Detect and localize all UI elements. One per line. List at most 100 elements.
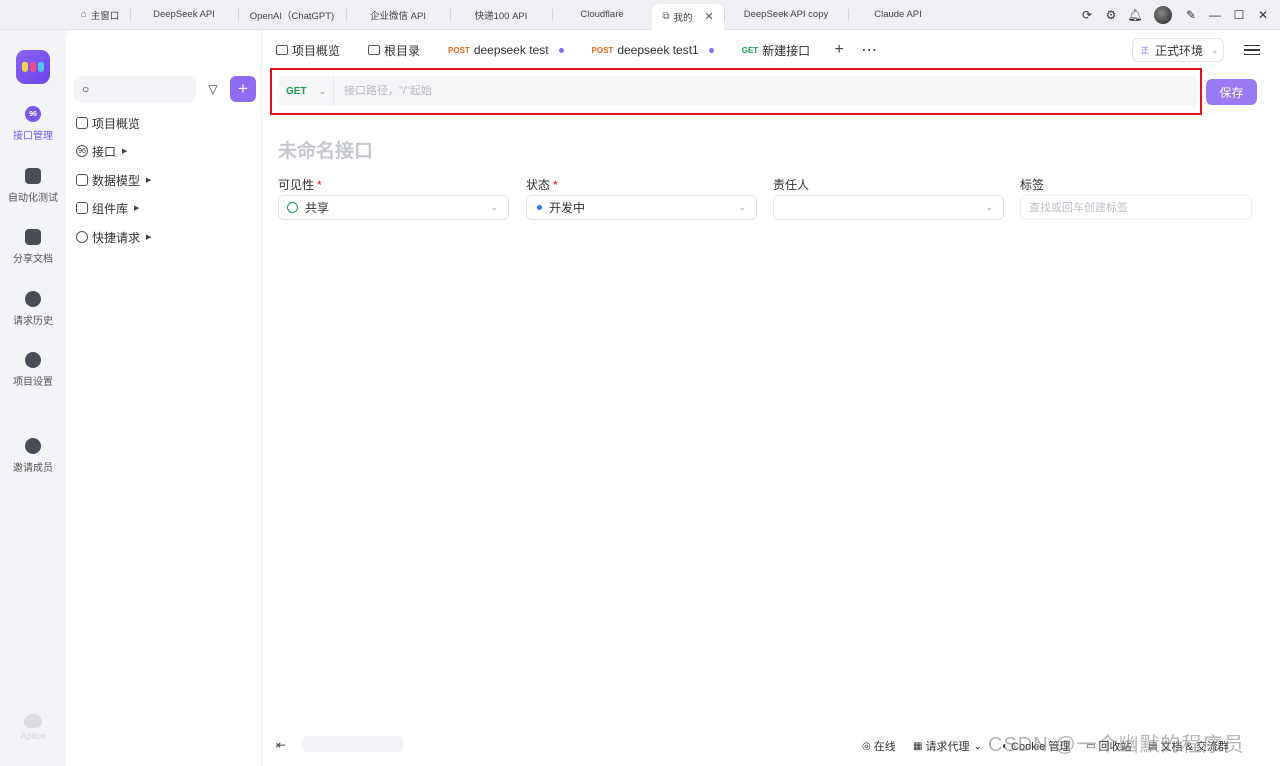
visibility-label: 可见性 * xyxy=(278,178,322,192)
main-panel: 项目概览 根目录 POST deepseek test POST deepseek … xyxy=(262,30,1280,766)
caret-right-icon: ▶ xyxy=(122,148,128,155)
status-dot xyxy=(537,205,542,210)
tags-label: 标签 xyxy=(1020,178,1045,192)
tab-deepseek-test1[interactable]: POST deepseek test1 xyxy=(578,30,728,70)
title-actions: ⟳ ⚙ 🔔︎ ✎ — ☐ ✕ xyxy=(1076,0,1274,30)
status-scroll-track[interactable] xyxy=(302,736,404,752)
search-input[interactable] xyxy=(95,82,186,96)
check-circle-icon: ◎ xyxy=(862,740,871,752)
tree-item-overview[interactable]: 项目概览 xyxy=(76,112,140,134)
close-icon[interactable]: ✕ xyxy=(704,10,713,23)
window-tab-deepseek-copy[interactable]: DeepSeek API copy xyxy=(724,0,848,30)
save-button[interactable]: 保存 xyxy=(1206,79,1257,105)
editor-tabs: 项目概览 根目录 POST deepseek test POST deepseek … xyxy=(262,30,1280,70)
rail-item-invite[interactable]: 邀请成员 xyxy=(0,438,66,474)
rail-item-settings[interactable]: 项目设置 xyxy=(0,352,66,388)
chevron-down-icon: ⌄ xyxy=(738,202,746,212)
chevron-down-icon: ⌄ xyxy=(318,85,327,96)
globe-icon xyxy=(287,202,298,213)
tab-deepseek-test[interactable]: POST deepseek test xyxy=(434,30,578,70)
window-tab-home[interactable]: ⌂ 主窗口 xyxy=(70,0,130,30)
window-tab-mine[interactable]: ⧉ 我的 ✕ xyxy=(652,3,724,30)
api-name-input[interactable]: 未命名接口 xyxy=(278,136,373,163)
close-window-icon[interactable]: ✕ xyxy=(1252,4,1274,26)
minimize-icon[interactable]: — xyxy=(1204,4,1226,26)
proxy-select[interactable]: ▦ 请求代理 ⌄ xyxy=(913,738,985,754)
more-icon[interactable]: ⋯ xyxy=(854,30,884,70)
window-tab-claude[interactable]: Claude API xyxy=(848,0,948,30)
add-tab-icon[interactable]: + xyxy=(824,30,854,70)
caret-right-icon: ▶ xyxy=(146,234,152,241)
window-tab-kuaidi[interactable]: 快递100 API xyxy=(450,0,552,30)
tab-new-api[interactable]: GET 新建接口 xyxy=(727,30,825,70)
owner-select[interactable]: ⌄ xyxy=(773,195,1004,220)
collapse-sidebar-icon[interactable]: ⇤ xyxy=(276,738,286,752)
window-tab-cloudflare[interactable]: Cloudflare xyxy=(552,0,652,30)
rail-item-automation[interactable]: 自动化测试 xyxy=(0,168,66,204)
caret-right-icon: ▶ xyxy=(146,177,152,184)
proxy-icon: ▦ xyxy=(913,740,923,752)
overview-icon xyxy=(276,45,288,55)
environment-select[interactable]: 正 正式环境 ⌄ xyxy=(1132,38,1224,62)
status-label: 状态 * xyxy=(526,178,558,192)
tree-item-api[interactable]: 96 接口 ▶ xyxy=(76,140,127,162)
rail-item-share-docs[interactable]: 分享文档 xyxy=(0,229,66,265)
tab-root[interactable]: 根目录 xyxy=(354,30,434,70)
tab-overview[interactable]: 项目概览 xyxy=(262,30,354,70)
settings-icon xyxy=(25,352,41,368)
apifox-logo-icon xyxy=(24,714,42,728)
folder-icon xyxy=(368,45,381,55)
window-tab-bar: ⌂ 主窗口 DeepSeek API OpenAI（ChatGPT) 企业微信 A… xyxy=(0,0,1280,30)
status-select[interactable]: 开发中 ⌄ xyxy=(526,195,757,220)
unsaved-dot xyxy=(558,47,564,53)
api-icon: 96 xyxy=(76,145,88,157)
automation-test-icon xyxy=(25,168,41,184)
app-logo xyxy=(16,50,50,84)
chevron-down-icon: ⌄ xyxy=(1211,44,1219,55)
share-docs-icon xyxy=(25,229,41,245)
menu-icon[interactable] xyxy=(1244,40,1260,60)
components-icon xyxy=(76,202,88,214)
tags-field[interactable] xyxy=(1020,195,1252,220)
api-management-icon: 96 xyxy=(25,106,41,122)
chevron-down-icon: ⌄ xyxy=(973,740,982,752)
window-tab-openai[interactable]: OpenAI（ChatGPT) xyxy=(238,0,346,30)
chevron-down-icon: ⌄ xyxy=(985,202,993,212)
tree-item-quick-request[interactable]: 快捷请求 ▶ xyxy=(76,226,151,248)
rail-item-api-management[interactable]: 96 接口管理 xyxy=(0,106,66,142)
history-clock-icon xyxy=(25,291,41,307)
visibility-select[interactable]: 共享 ⌄ xyxy=(278,195,509,220)
online-status[interactable]: ◎ 在线 xyxy=(862,738,896,754)
tags-input[interactable] xyxy=(1029,201,1229,214)
watermark: CSDN @一个幽默的程序员 xyxy=(988,734,1245,756)
home-icon: ⌂ xyxy=(80,9,87,20)
link-icon: ⧉ xyxy=(662,11,670,22)
window-tab-wechat[interactable]: 企业微信 API xyxy=(346,0,450,30)
api-tree-panel: ○ ▽ + 项目概览 96 接口 ▶ 数据模型 ▶ 组件库 ▶ 快捷请求 ▶ xyxy=(66,30,262,766)
window-tab-deepseek[interactable]: DeepSeek API xyxy=(130,0,238,30)
pin-icon[interactable]: ✎ xyxy=(1180,4,1202,26)
avatar[interactable] xyxy=(1154,6,1172,24)
invite-member-icon xyxy=(25,438,41,454)
method-select[interactable]: GET ⌄ xyxy=(278,76,334,106)
path-input[interactable] xyxy=(344,85,1144,97)
url-bar: GET ⌄ xyxy=(278,76,1198,106)
tree-item-components[interactable]: 组件库 ▶ xyxy=(76,197,139,219)
maximize-icon[interactable]: ☐ xyxy=(1228,4,1250,26)
caret-right-icon: ▶ xyxy=(134,205,140,212)
tree-search[interactable]: ○ xyxy=(74,76,196,102)
tree-item-data-model[interactable]: 数据模型 ▶ xyxy=(76,169,151,191)
unsaved-dot xyxy=(708,47,714,53)
apifox-footer: Apifox xyxy=(16,714,50,741)
nav-rail: 96 接口管理 自动化测试 分享文档 请求历史 项目设置 邀请成员 Apifox xyxy=(0,30,66,766)
data-model-icon xyxy=(76,174,88,186)
refresh-icon[interactable]: ⟳ xyxy=(1076,4,1098,26)
gear-icon[interactable]: ⚙ xyxy=(1100,4,1122,26)
add-button[interactable]: + xyxy=(230,76,256,102)
overview-icon xyxy=(76,117,88,129)
owner-label: 责任人 xyxy=(773,178,810,192)
filter-icon[interactable]: ▽ xyxy=(202,76,224,102)
bell-icon[interactable]: 🔔︎ xyxy=(1124,4,1146,26)
search-icon: ○ xyxy=(82,82,90,96)
rail-item-history[interactable]: 请求历史 xyxy=(0,291,66,327)
